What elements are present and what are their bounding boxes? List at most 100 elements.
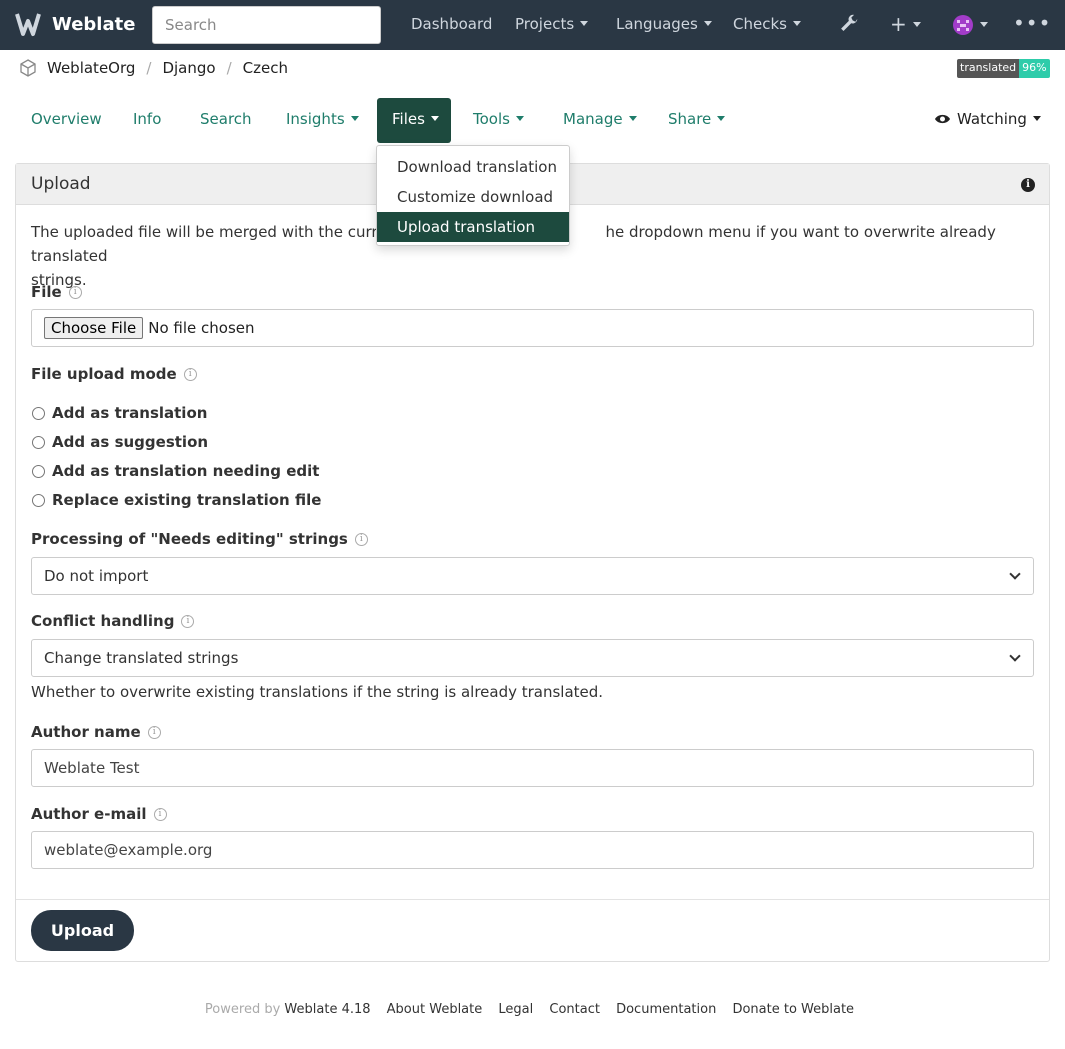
wrench-icon[interactable] (838, 13, 860, 35)
weblate-logo-icon (15, 13, 41, 36)
breadcrumb-separator: / (226, 59, 232, 77)
author-email-input[interactable]: weblate@example.org (31, 831, 1034, 869)
radio-button[interactable] (32, 406, 45, 420)
tab-manage[interactable]: Manage (563, 110, 637, 128)
footer-link-legal[interactable]: Legal (498, 1002, 533, 1017)
plus-icon: + (890, 12, 907, 36)
author-name-label-text: Author name (31, 723, 141, 741)
author-name-value: Weblate Test (44, 759, 140, 777)
caret-down-icon (792, 21, 801, 26)
author-email-value: weblate@example.org (44, 841, 213, 859)
cube-icon (20, 59, 36, 77)
breadcrumb-project[interactable]: Django (162, 59, 215, 77)
tab-share-label: Share (668, 110, 712, 128)
radio-add-as-suggestion[interactable]: Add as suggestion (32, 433, 208, 451)
caret-down-icon (350, 116, 359, 121)
conflict-value: Change translated strings (44, 649, 239, 667)
radio-button[interactable] (32, 464, 45, 478)
top-navbar: Weblate Dashboard Projects Languages Che… (0, 0, 1065, 50)
info-icon[interactable]: i (1021, 178, 1035, 192)
menu-item-upload-translation[interactable]: Upload translation (377, 212, 569, 242)
nav-dashboard[interactable]: Dashboard (411, 15, 492, 33)
caret-down-icon (515, 116, 524, 121)
caret-down-icon (1032, 115, 1041, 121)
tab-tools-label: Tools (473, 110, 510, 128)
nav-checks-label: Checks (733, 15, 787, 33)
breadcrumb-project-group[interactable]: WeblateOrg (47, 59, 135, 77)
add-menu[interactable]: + (890, 12, 921, 36)
powered-by-text: Powered by (204, 1002, 281, 1017)
user-menu[interactable] (952, 14, 988, 40)
menu-item-customize-download[interactable]: Customize download (377, 182, 569, 212)
nav-languages[interactable]: Languages (616, 15, 712, 33)
breadcrumb: WeblateOrg / Django / Czech (18, 58, 288, 78)
nav-projects[interactable]: Projects (515, 15, 589, 33)
help-icon[interactable]: i (147, 725, 161, 739)
tab-share[interactable]: Share (668, 110, 726, 128)
watching-label: Watching (957, 110, 1027, 128)
radio-add-needing-edit[interactable]: Add as translation needing edit (32, 462, 319, 480)
tab-info[interactable]: Info (133, 110, 161, 128)
file-input[interactable]: Choose File No file chosen (31, 309, 1034, 347)
caret-down-icon (717, 116, 726, 121)
nav-projects-label: Projects (515, 15, 575, 33)
author-name-label: Author name i (31, 723, 161, 741)
caret-down-icon (580, 21, 589, 26)
upload-panel: Upload i The uploaded file will be merge… (15, 163, 1050, 962)
caret-down-icon (912, 22, 921, 27)
upload-mode-label-text: File upload mode (31, 365, 177, 383)
translated-badge: translated 96% (957, 59, 1050, 78)
needs-editing-label: Processing of "Needs editing" strings i (31, 530, 368, 548)
upload-button[interactable]: Upload (31, 910, 134, 951)
menu-item-download-translation[interactable]: Download translation (377, 152, 569, 182)
badge-value: 96% (1019, 59, 1050, 78)
footer-link-documentation[interactable]: Documentation (616, 1002, 716, 1017)
file-status: No file chosen (148, 319, 255, 337)
needs-editing-label-text: Processing of "Needs editing" strings (31, 530, 348, 548)
caret-down-icon (703, 21, 712, 26)
help-icon[interactable]: i (181, 614, 195, 628)
eye-icon (935, 114, 950, 124)
tab-files-label: Files (392, 110, 425, 128)
help-icon[interactable]: i (354, 532, 368, 546)
radio-replace-file[interactable]: Replace existing translation file (32, 491, 321, 509)
panel-footer (16, 899, 1049, 961)
caret-down-icon (980, 22, 988, 27)
tab-tools[interactable]: Tools (473, 110, 524, 128)
tab-search[interactable]: Search (200, 110, 252, 128)
footer-link-weblate-version[interactable]: Weblate 4.18 (284, 1002, 370, 1017)
upload-mode-label: File upload mode i (31, 365, 197, 383)
author-name-input[interactable]: Weblate Test (31, 749, 1034, 787)
tab-insights[interactable]: Insights (286, 110, 359, 128)
needs-editing-select[interactable]: Do not import (31, 557, 1034, 595)
caret-down-icon (628, 116, 637, 121)
radio-label: Add as translation needing edit (52, 462, 320, 480)
more-options-icon[interactable]: ••• (1013, 11, 1051, 35)
radio-button[interactable] (32, 435, 45, 449)
help-icon[interactable]: i (183, 367, 197, 381)
author-email-label: Author e-mail i (31, 805, 167, 823)
radio-button[interactable] (32, 493, 45, 507)
radio-add-as-translation[interactable]: Add as translation (32, 404, 207, 422)
conflict-select[interactable]: Change translated strings (31, 639, 1034, 677)
tab-files[interactable]: Files (377, 98, 451, 143)
help-icon[interactable]: i (153, 807, 167, 821)
footer-link-donate[interactable]: Donate to Weblate (732, 1002, 854, 1017)
footer-link-about[interactable]: About Weblate (387, 1002, 483, 1017)
brand-name: Weblate (52, 13, 136, 35)
description-text-left: The uploaded file will be merged with th… (31, 223, 413, 241)
nav-checks[interactable]: Checks (733, 15, 801, 33)
brand[interactable]: Weblate (14, 11, 135, 37)
footer-link-contact[interactable]: Contact (549, 1002, 600, 1017)
author-email-label-text: Author e-mail (31, 805, 147, 823)
file-label: File i (31, 283, 82, 301)
search-input[interactable] (152, 6, 381, 44)
nav-languages-label: Languages (616, 15, 698, 33)
choose-file-button[interactable]: Choose File (44, 317, 144, 339)
watching-toggle[interactable]: Watching (934, 110, 1041, 128)
breadcrumb-language[interactable]: Czech (243, 59, 288, 77)
help-icon[interactable]: i (68, 285, 82, 299)
badge-label: translated (957, 59, 1020, 78)
panel-title: Upload (31, 174, 91, 194)
tab-overview[interactable]: Overview (31, 110, 102, 128)
